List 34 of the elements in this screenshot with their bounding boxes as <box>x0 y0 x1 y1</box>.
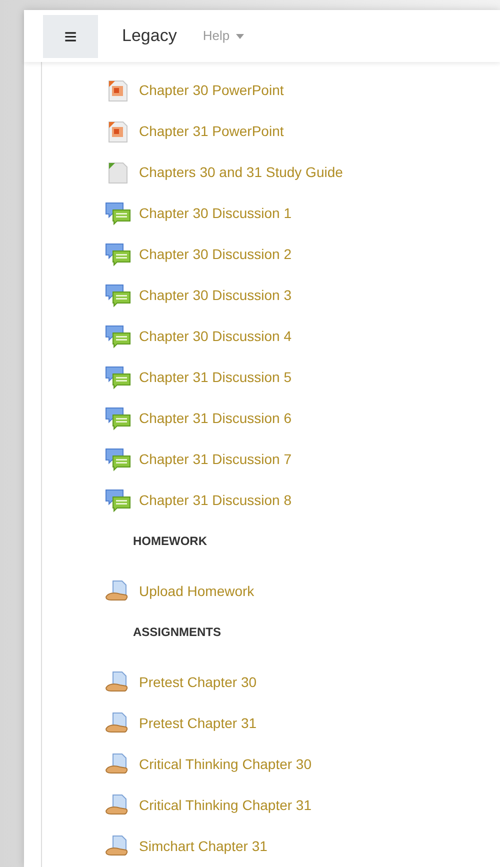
chat-bubbles-icon <box>105 324 131 348</box>
document-icon <box>106 160 130 184</box>
chat-bubbles-icon <box>105 406 131 430</box>
chat-bubbles-icon <box>105 242 131 266</box>
chat-bubbles-icon <box>105 448 131 472</box>
activity-link[interactable]: Chapter 31 PowerPoint <box>139 121 284 142</box>
menu-button[interactable]: ≡ <box>43 14 98 58</box>
section-heading: ASSIGNMENTS <box>133 625 222 639</box>
activity-link[interactable]: Chapter 30 Discussion 3 <box>139 285 292 306</box>
activity-link[interactable]: Chapter 30 PowerPoint <box>139 80 284 101</box>
section-heading: HOMEWORK <box>133 534 207 548</box>
activity-link[interactable]: Chapter 30 Discussion 1 <box>139 203 292 224</box>
powerpoint-file-icon <box>106 120 130 144</box>
activity-link[interactable]: Chapter 31 Discussion 6 <box>139 408 292 429</box>
activity-link[interactable]: Pretest Chapter 31 <box>139 713 257 734</box>
activity-link[interactable]: Chapter 31 Discussion 5 <box>139 367 292 388</box>
activity-link[interactable]: Critical Thinking Chapter 31 <box>139 795 312 816</box>
activity-link[interactable]: Chapter 31 Discussion 7 <box>139 449 292 470</box>
chat-bubbles-icon <box>105 488 131 512</box>
site-brand[interactable]: Legacy <box>122 23 177 49</box>
activity-link[interactable]: Chapters 30 and 31 Study Guide <box>139 162 343 183</box>
chat-bubbles-icon <box>105 202 131 226</box>
activity-link[interactable]: Chapter 30 Discussion 4 <box>139 326 292 347</box>
activity-link[interactable]: Simchart Chapter 31 <box>139 836 268 857</box>
activity-link[interactable]: Chapter 30 Discussion 2 <box>139 244 292 265</box>
activity-link[interactable]: Critical Thinking Chapter 30 <box>139 754 312 775</box>
activity-link[interactable]: Pretest Chapter 30 <box>139 672 257 693</box>
powerpoint-file-icon <box>106 78 130 102</box>
activity-link[interactable]: Chapter 31 Discussion 8 <box>139 490 292 511</box>
caret-icon <box>236 34 244 38</box>
chat-bubbles-icon <box>105 284 131 308</box>
help-menu[interactable]: Help <box>202 26 244 46</box>
activity-link[interactable]: Upload Homework <box>139 581 254 602</box>
chat-bubbles-icon <box>105 366 131 390</box>
